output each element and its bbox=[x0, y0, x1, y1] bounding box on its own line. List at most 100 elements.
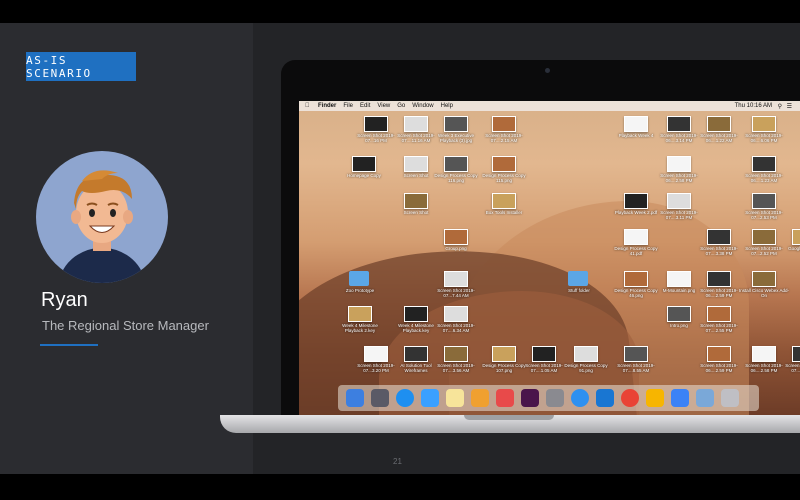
notes-icon[interactable] bbox=[446, 389, 464, 407]
menu-help[interactable]: Help bbox=[441, 103, 453, 109]
laptop-screen:  Finder File Edit View Go Window Help T… bbox=[299, 101, 800, 415]
file-thumbnail bbox=[667, 156, 691, 172]
file-thumbnail bbox=[574, 346, 598, 362]
finder-icon[interactable] bbox=[346, 389, 364, 407]
file-thumbnail bbox=[667, 116, 691, 132]
file-thumbnail bbox=[444, 156, 468, 172]
file-caption: Design Process Copy 41.pdf bbox=[614, 246, 658, 256]
file-caption: Screen Shot 2019-06....2.59 PM bbox=[700, 363, 738, 373]
file-thumbnail bbox=[707, 229, 731, 245]
file-thumbnail bbox=[404, 346, 428, 362]
avatar bbox=[36, 151, 168, 283]
file-thumbnail bbox=[752, 229, 776, 245]
file-thumbnail bbox=[707, 116, 731, 132]
file-caption: Design Process Copy 91.png bbox=[564, 363, 608, 373]
file-thumbnail bbox=[492, 156, 516, 172]
news-icon[interactable] bbox=[496, 389, 514, 407]
spotlight-icon[interactable]: ⚲ bbox=[778, 103, 782, 110]
safari-alt-icon[interactable] bbox=[571, 389, 589, 407]
file-thumbnail bbox=[444, 229, 468, 245]
trash-icon[interactable] bbox=[721, 389, 739, 407]
file-caption: Screen Shot 2019-06....1.23 AM bbox=[745, 173, 783, 183]
sketch-icon[interactable] bbox=[646, 389, 664, 407]
file-thumbnail bbox=[792, 229, 800, 245]
file-thumbnail bbox=[444, 346, 468, 362]
file-thumbnail bbox=[624, 271, 648, 287]
mail-icon[interactable] bbox=[421, 389, 439, 407]
file-thumbnail bbox=[667, 306, 691, 322]
dock bbox=[338, 385, 759, 411]
file-caption: Design Process Copy 115.png bbox=[482, 173, 526, 183]
page-number: 21 bbox=[393, 457, 402, 466]
person-role: The Regional Store Manager bbox=[42, 318, 209, 333]
file-caption: Design Process Copy 116.png bbox=[434, 173, 478, 183]
file-caption: Screen Shot 2019-07...6.53 AM bbox=[785, 363, 800, 373]
menu-bar:  Finder File Edit View Go Window Help T… bbox=[299, 101, 800, 111]
notification-icon[interactable]: ☰ bbox=[787, 103, 792, 110]
system-preferences-icon[interactable] bbox=[546, 389, 564, 407]
folder-icon bbox=[568, 271, 588, 286]
file-thumbnail bbox=[752, 156, 776, 172]
file-caption: Screen Shot 2019-07....2.55 PM bbox=[700, 323, 738, 333]
menu-edit[interactable]: Edit bbox=[360, 103, 370, 109]
file-caption: Screen Shot 2019-07....3.38 PM bbox=[700, 246, 738, 256]
file-thumbnail bbox=[404, 306, 428, 322]
file-thumbnail bbox=[624, 193, 648, 209]
file-thumbnail bbox=[364, 116, 388, 132]
file-caption: Group.png bbox=[445, 246, 467, 251]
menu-finder[interactable]: Finder bbox=[318, 103, 336, 109]
file-thumbnail bbox=[667, 271, 691, 287]
file-caption: Week 3 Executive Playback (3).jpg bbox=[438, 133, 474, 143]
chrome-icon[interactable] bbox=[621, 389, 639, 407]
file-thumbnail bbox=[444, 271, 468, 287]
file-thumbnail bbox=[624, 229, 648, 245]
file-caption: Screen Shot 2019-06....2.59 PM bbox=[700, 288, 738, 298]
file-caption: Zoo Prototype bbox=[345, 288, 375, 293]
scenario-tag: AS-IS SCENARIO bbox=[26, 52, 136, 81]
apple-icon[interactable]:  bbox=[305, 103, 311, 109]
menu-clock[interactable]: Thu 10:16 AM bbox=[735, 103, 772, 109]
keynote-icon[interactable] bbox=[671, 389, 689, 407]
file-thumbnail bbox=[532, 346, 556, 362]
file-thumbnail bbox=[707, 306, 731, 322]
divider bbox=[40, 344, 98, 346]
folder-icon bbox=[349, 271, 369, 286]
file-thumbnail bbox=[624, 346, 648, 362]
file-thumbnail bbox=[404, 193, 428, 209]
file-thumbnail bbox=[752, 193, 776, 209]
slack-icon[interactable] bbox=[521, 389, 539, 407]
laptop-notch bbox=[464, 415, 554, 420]
menu-go[interactable]: Go bbox=[397, 103, 405, 109]
file-caption: Screen Shot 2019-06....6.06 PM bbox=[745, 133, 783, 143]
file-thumbnail bbox=[752, 346, 776, 362]
file-caption: Screen Shot 2019-07...2.53 PM bbox=[745, 210, 783, 220]
menu-window[interactable]: Window bbox=[412, 103, 433, 109]
app-store-icon[interactable] bbox=[596, 389, 614, 407]
file-thumbnail bbox=[404, 156, 428, 172]
file-caption: Screen Shot bbox=[403, 210, 429, 215]
file-thumbnail bbox=[444, 116, 468, 132]
safari-icon[interactable] bbox=[396, 389, 414, 407]
file-thumbnail bbox=[492, 193, 516, 209]
preview-icon[interactable] bbox=[696, 389, 714, 407]
file-thumbnail bbox=[752, 271, 776, 287]
file-caption: Screen Shot 2019-06....2.58 PM bbox=[660, 173, 698, 183]
file-caption: Stuff folder bbox=[568, 288, 590, 293]
menu-file[interactable]: File bbox=[343, 103, 353, 109]
menu-view[interactable]: View bbox=[377, 103, 390, 109]
file-thumbnail bbox=[624, 116, 648, 132]
file-thumbnail bbox=[364, 346, 388, 362]
launchpad-icon[interactable] bbox=[371, 389, 389, 407]
file-thumbnail bbox=[492, 116, 516, 132]
file-thumbnail bbox=[348, 306, 372, 322]
photos-icon[interactable] bbox=[471, 389, 489, 407]
file-caption: Screen Shot 2019-07....2.15 AM bbox=[485, 133, 523, 143]
file-caption: Screen Shot 2019-07....8.55 AM bbox=[617, 363, 655, 373]
file-thumbnail bbox=[444, 306, 468, 322]
camera-dot bbox=[545, 68, 550, 73]
file-thumbnail bbox=[707, 271, 731, 287]
file-caption: Screen Shot 2019-07....3.11 PM bbox=[660, 210, 698, 220]
file-thumbnail bbox=[752, 116, 776, 132]
file-caption: Homepage Copy bbox=[347, 173, 381, 178]
file-thumbnail bbox=[707, 346, 731, 362]
